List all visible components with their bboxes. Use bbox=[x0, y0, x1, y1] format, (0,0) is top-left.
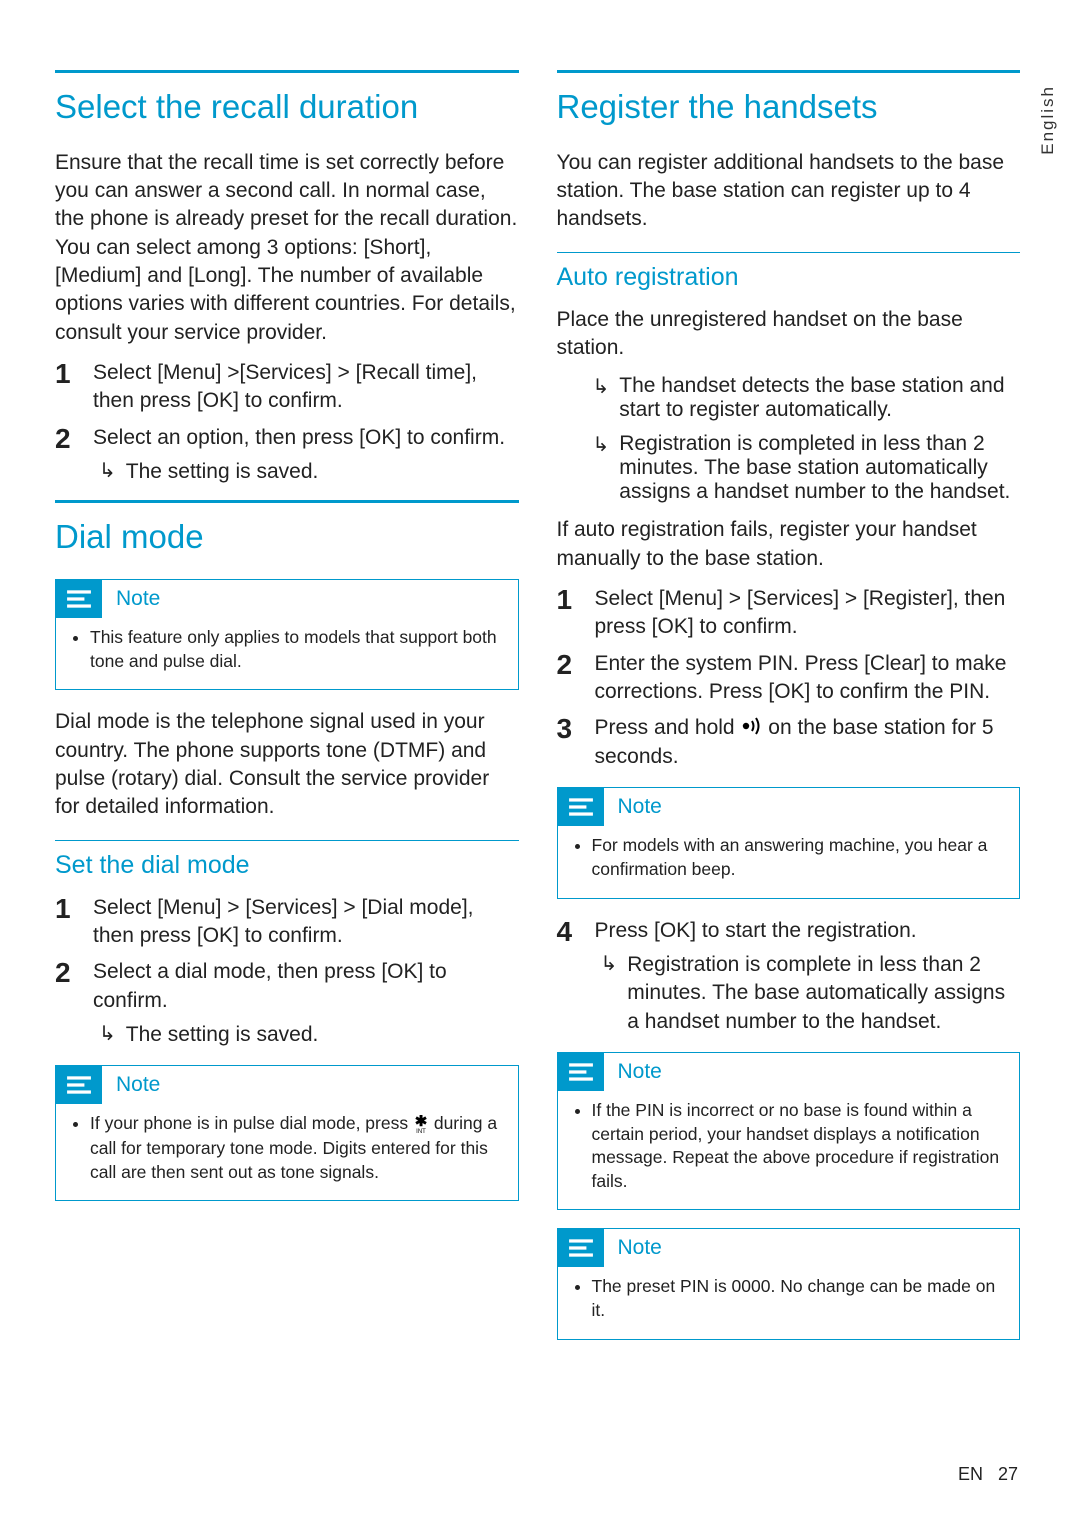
note-box: Note This feature only applies to models… bbox=[55, 579, 519, 690]
result-item: ↳ Registration is completed in less than… bbox=[581, 432, 1021, 504]
result-arrow-icon: ↳ bbox=[593, 432, 610, 504]
note-box: Note The preset PIN is 0000. No change c… bbox=[557, 1228, 1021, 1339]
left-column: Select the recall duration Ensure that t… bbox=[55, 70, 519, 1358]
step-text-content: Press [OK] to start the registration. bbox=[595, 919, 917, 942]
note-label: Note bbox=[116, 1073, 160, 1097]
svg-text:✱: ✱ bbox=[415, 1115, 428, 1130]
note-body: For models with an answering machine, yo… bbox=[558, 826, 1020, 897]
note-icon bbox=[56, 580, 102, 618]
step-number: 4 bbox=[557, 917, 579, 1036]
step-text: Select a dial mode, then press [OK] to c… bbox=[93, 958, 519, 1049]
subheading-auto-registration: Auto registration bbox=[557, 252, 1021, 292]
note-header: Note bbox=[558, 788, 1020, 826]
note-header: Note bbox=[558, 1229, 1020, 1267]
result-arrow-icon: ↳ bbox=[99, 1021, 116, 1049]
result-arrow-icon: ↳ bbox=[99, 458, 116, 486]
result-text: Registration is complete in less than 2 … bbox=[627, 951, 1020, 1036]
result-text: Registration is completed in less than 2… bbox=[619, 432, 1020, 504]
step-text: Press [OK] to start the registration. ↳ … bbox=[595, 917, 1021, 1036]
note-icon bbox=[558, 1053, 604, 1091]
step-result: ↳ The setting is saved. bbox=[93, 1021, 519, 1049]
auto-reg-fail: If auto registration fails, register you… bbox=[557, 516, 1021, 573]
heading-dial-mode: Dial mode bbox=[55, 500, 519, 557]
step-text: Press and hold on the base station for 5… bbox=[595, 714, 1021, 771]
language-tab: English bbox=[1038, 85, 1058, 155]
page-footer: EN 27 bbox=[958, 1464, 1018, 1485]
manual-reg-steps: 1 Select [Menu] > [Services] > [Register… bbox=[557, 585, 1021, 771]
note-box: Note If your phone is in pulse dial mode… bbox=[55, 1065, 519, 1201]
note-icon bbox=[558, 788, 604, 826]
heading-select-recall: Select the recall duration bbox=[55, 70, 519, 127]
step-number: 2 bbox=[557, 650, 579, 707]
dialmode-intro: Dial mode is the telephone signal used i… bbox=[55, 708, 519, 821]
step-text: Select an option, then press [OK] to con… bbox=[93, 424, 519, 487]
step-item: 4 Press [OK] to start the registration. … bbox=[557, 917, 1021, 1036]
heading-register-handsets: Register the handsets bbox=[557, 70, 1021, 127]
step-result: ↳ The setting is saved. bbox=[93, 458, 519, 486]
note-icon bbox=[56, 1066, 102, 1104]
footer-page-number: 27 bbox=[998, 1464, 1018, 1484]
step-text: Select [Menu] > [Services] > [Dial mode]… bbox=[93, 894, 519, 951]
result-item: ↳ The handset detects the base station a… bbox=[581, 374, 1021, 422]
step-text-content: Select a dial mode, then press [OK] to c… bbox=[93, 960, 447, 1011]
step-text: Select [Menu] >[Services] > [Recall time… bbox=[93, 359, 519, 416]
step-item: 2 Select a dial mode, then press [OK] to… bbox=[55, 958, 519, 1049]
step-text: Enter the system PIN. Press [Clear] to m… bbox=[595, 650, 1021, 707]
note-label: Note bbox=[618, 1236, 662, 1260]
note-header: Note bbox=[56, 580, 518, 618]
step-number: 2 bbox=[55, 424, 77, 487]
step-number: 1 bbox=[55, 894, 77, 951]
step-item: 1 Select [Menu] > [Services] > [Dial mod… bbox=[55, 894, 519, 951]
note-label: Note bbox=[116, 587, 160, 611]
paging-sound-icon bbox=[740, 715, 762, 743]
note-icon bbox=[558, 1229, 604, 1267]
step-item: 2 Select an option, then press [OK] to c… bbox=[55, 424, 519, 487]
note-box: Note For models with an answering machin… bbox=[557, 787, 1021, 898]
step-number: 3 bbox=[557, 714, 579, 771]
step-text-content: Select an option, then press [OK] to con… bbox=[93, 426, 505, 449]
note-text: The preset PIN is 0000. No change can be… bbox=[592, 1275, 1006, 1322]
svg-text:INT: INT bbox=[416, 1129, 426, 1133]
note-text: If your phone is in pulse dial mode, pre… bbox=[90, 1112, 504, 1184]
result-text: The setting is saved. bbox=[126, 1021, 519, 1049]
result-text: The handset detects the base station and… bbox=[619, 374, 1020, 422]
step-number: 1 bbox=[55, 359, 77, 416]
note-label: Note bbox=[618, 795, 662, 819]
note-body: If the PIN is incorrect or no base is fo… bbox=[558, 1091, 1020, 1210]
dialmode-steps: 1 Select [Menu] > [Services] > [Dial mod… bbox=[55, 894, 519, 1050]
step-number: 2 bbox=[55, 958, 77, 1049]
step-text: Select [Menu] > [Services] > [Register],… bbox=[595, 585, 1021, 642]
note-header: Note bbox=[558, 1053, 1020, 1091]
auto-reg-results: ↳ The handset detects the base station a… bbox=[557, 374, 1021, 504]
auto-reg-intro: Place the unregistered handset on the ba… bbox=[557, 306, 1021, 363]
star-int-icon: ✱INT bbox=[413, 1115, 429, 1140]
recall-intro: Ensure that the recall time is set corre… bbox=[55, 149, 519, 347]
result-text: The setting is saved. bbox=[126, 458, 519, 486]
step-item: 1 Select [Menu] > [Services] > [Register… bbox=[557, 585, 1021, 642]
note-text: This feature only applies to models that… bbox=[90, 626, 504, 673]
register-intro: You can register additional handsets to … bbox=[557, 149, 1021, 234]
document-page: Select the recall duration Ensure that t… bbox=[0, 0, 1080, 1398]
footer-lang: EN bbox=[958, 1464, 983, 1484]
note-text: For models with an answering machine, yo… bbox=[592, 834, 1006, 881]
step-item: 1 Select [Menu] >[Services] > [Recall ti… bbox=[55, 359, 519, 416]
recall-steps: 1 Select [Menu] >[Services] > [Recall ti… bbox=[55, 359, 519, 486]
result-arrow-icon: ↳ bbox=[593, 374, 610, 422]
step-number: 1 bbox=[557, 585, 579, 642]
step-result: ↳ Registration is complete in less than … bbox=[595, 951, 1021, 1036]
right-column: Register the handsets You can register a… bbox=[557, 70, 1021, 1358]
step-item: 3 Press and hold on the base station for… bbox=[557, 714, 1021, 771]
note-box: Note If the PIN is incorrect or no base … bbox=[557, 1052, 1021, 1211]
manual-reg-step4: 4 Press [OK] to start the registration. … bbox=[557, 917, 1021, 1036]
step-item: 2 Enter the system PIN. Press [Clear] to… bbox=[557, 650, 1021, 707]
subheading-set-dial-mode: Set the dial mode bbox=[55, 840, 519, 880]
note-label: Note bbox=[618, 1060, 662, 1084]
note-header: Note bbox=[56, 1066, 518, 1104]
note-body: If your phone is in pulse dial mode, pre… bbox=[56, 1104, 518, 1200]
note-body: This feature only applies to models that… bbox=[56, 618, 518, 689]
note-text: If the PIN is incorrect or no base is fo… bbox=[592, 1099, 1006, 1194]
note-body: The preset PIN is 0000. No change can be… bbox=[558, 1267, 1020, 1338]
result-arrow-icon: ↳ bbox=[601, 951, 618, 1036]
